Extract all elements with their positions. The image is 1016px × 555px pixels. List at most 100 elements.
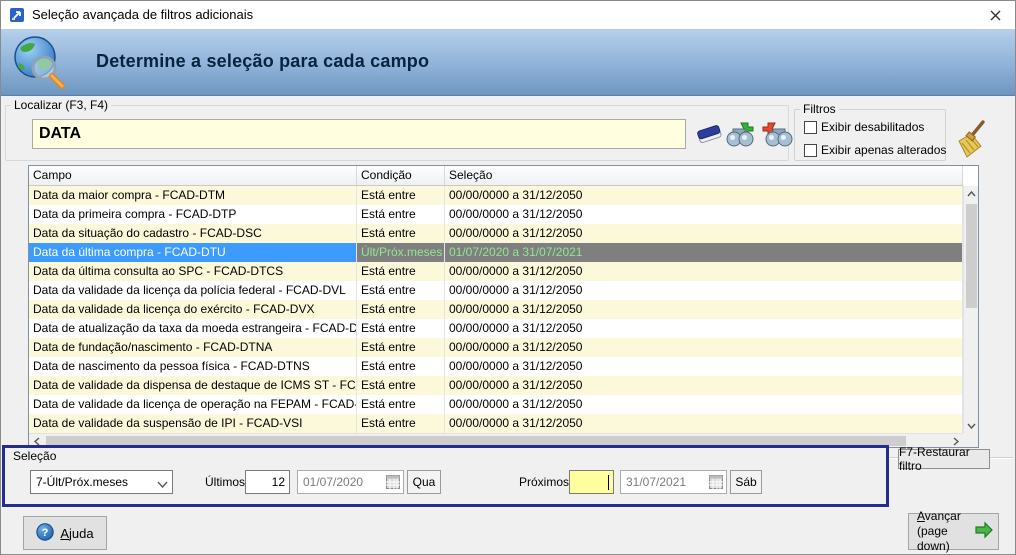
eraser-icon[interactable]	[695, 123, 725, 154]
table-row[interactable]: Data da última consulta ao SPC - FCAD-DT…	[29, 262, 963, 281]
fields-table: Campo Condição Seleção Data da maior com…	[28, 165, 979, 448]
advance-button[interactable]: Avançar (page down)	[908, 509, 999, 553]
cell-selecao[interactable]: 00/00/0000 a 31/12/2050	[445, 281, 963, 300]
help-button-label: Ajuda	[60, 525, 94, 541]
checkbox-exibir-desabilitados[interactable]	[804, 120, 817, 134]
help-button[interactable]: ? Ajuda	[23, 516, 107, 550]
proximos-input[interactable]	[569, 470, 614, 494]
calendar-icon[interactable]	[386, 475, 400, 492]
cell-condicao[interactable]: Está entre	[357, 224, 445, 243]
column-header-selecao[interactable]: Seleção	[445, 166, 963, 185]
cell-condicao[interactable]: Está entre	[357, 186, 445, 205]
table-row[interactable]: Data de validade da dispensa de destaque…	[29, 376, 963, 395]
table-row[interactable]: Data de validade da licença de operação …	[29, 395, 963, 414]
cell-condicao[interactable]: Está entre	[357, 205, 445, 224]
selecao-panel: Seleção 7-Últ/Próx.meses Últimos 01/07/2…	[2, 445, 889, 507]
table-row[interactable]: Data de atualização da taxa da moeda est…	[29, 319, 963, 338]
binoculars-next-icon[interactable]	[725, 121, 757, 153]
chevron-down-icon	[157, 477, 168, 491]
cell-campo[interactable]: Data da primeira compra - FCAD-DTP	[29, 205, 357, 224]
cell-campo[interactable]: Data de validade da suspensão de IPI - F…	[29, 414, 357, 433]
table-row[interactable]: Data da validade da licença da polícia f…	[29, 281, 963, 300]
table-row[interactable]: Data de validade da suspensão de IPI - F…	[29, 414, 963, 433]
start-weekday-box: Qua	[407, 470, 441, 494]
window-title: Seleção avançada de filtros adicionais	[32, 7, 254, 22]
table-row[interactable]: Data da maior compra - FCAD-DTM Está ent…	[29, 186, 963, 205]
cell-campo[interactable]: Data de validade da licença de operação …	[29, 395, 357, 414]
selecao-group-label: Seleção	[10, 449, 60, 463]
dialog-window: Seleção avançada de filtros adicionais D…	[0, 0, 1016, 555]
checkbox-exibir-apenas-alterados[interactable]	[804, 143, 817, 157]
table-row[interactable]: Data de fundação/nascimento - FCAD-DTNA …	[29, 338, 963, 357]
cell-condicao[interactable]: Últ/Próx.meses	[357, 243, 445, 262]
table-body: Data da maior compra - FCAD-DTM Está ent…	[29, 186, 963, 433]
table-row[interactable]: Data da última compra - FCAD-DTU Últ/Pró…	[29, 243, 963, 262]
cell-condicao[interactable]: Está entre	[357, 262, 445, 281]
table-row[interactable]: Data de nascimento da pessoa física - FC…	[29, 357, 963, 376]
globe-search-icon	[9, 33, 67, 96]
calendar-icon[interactable]	[709, 475, 723, 492]
cell-campo[interactable]: Data da maior compra - FCAD-DTM	[29, 186, 357, 205]
table-row[interactable]: Data da validade da licença do exército …	[29, 300, 963, 319]
column-header-campo[interactable]: Campo	[29, 166, 357, 185]
table-row[interactable]: Data da situação do cadastro - FCAD-DSC …	[29, 224, 963, 243]
cell-condicao[interactable]: Está entre	[357, 281, 445, 300]
localizar-group: Localizar (F3, F4)	[5, 98, 789, 161]
cell-campo[interactable]: Data de fundação/nascimento - FCAD-DTNA	[29, 338, 357, 357]
end-weekday-box: Sáb	[730, 470, 762, 494]
cell-selecao[interactable]: 00/00/0000 a 31/12/2050	[445, 338, 963, 357]
column-header-condicao[interactable]: Condição	[357, 166, 445, 185]
vertical-scrollbar[interactable]	[963, 186, 978, 433]
header-banner: Determine a seleção para cada campo	[1, 29, 1015, 96]
cell-condicao[interactable]: Está entre	[357, 376, 445, 395]
cell-campo[interactable]: Data da validade da licença do exército …	[29, 300, 357, 319]
cell-campo[interactable]: Data da validade da licença da polícia f…	[29, 281, 357, 300]
filtros-group: Filtros Exibir desabilitados Exibir apen…	[794, 102, 946, 161]
cell-condicao[interactable]: Está entre	[357, 395, 445, 414]
binoculars-previous-icon[interactable]	[761, 121, 793, 153]
cell-selecao[interactable]: 00/00/0000 a 31/12/2050	[445, 319, 963, 338]
cell-selecao[interactable]: 00/00/0000 a 31/12/2050	[445, 224, 963, 243]
scroll-down-icon[interactable]	[964, 418, 979, 433]
cell-selecao[interactable]: 00/00/0000 a 31/12/2050	[445, 205, 963, 224]
scroll-up-icon[interactable]	[964, 186, 979, 201]
ultimos-input[interactable]	[245, 470, 290, 494]
title-bar: Seleção avançada de filtros adicionais	[1, 1, 1015, 29]
cell-condicao[interactable]: Está entre	[357, 357, 445, 376]
cell-campo[interactable]: Data da situação do cadastro - FCAD-DSC	[29, 224, 357, 243]
arrow-right-icon	[974, 521, 994, 542]
cell-campo[interactable]: Data de validade da dispensa de destaque…	[29, 376, 357, 395]
table-row[interactable]: Data da primeira compra - FCAD-DTP Está …	[29, 205, 963, 224]
cell-selecao[interactable]: 00/00/0000 a 31/12/2050	[445, 300, 963, 319]
table-header: Campo Condição Seleção	[29, 166, 963, 186]
advance-button-label: Avançar (page down)	[917, 509, 961, 553]
search-input[interactable]	[32, 119, 686, 149]
broom-icon[interactable]	[953, 119, 989, 166]
cell-condicao[interactable]: Está entre	[357, 338, 445, 357]
close-icon[interactable]	[985, 6, 1005, 24]
cell-selecao[interactable]: 00/00/0000 a 31/12/2050	[445, 376, 963, 395]
text-caret	[608, 475, 609, 490]
cell-campo[interactable]: Data de atualização da taxa da moeda est…	[29, 319, 357, 338]
cell-condicao[interactable]: Está entre	[357, 319, 445, 338]
cell-campo[interactable]: Data da última compra - FCAD-DTU	[29, 243, 357, 262]
cell-campo[interactable]: Data de nascimento da pessoa física - FC…	[29, 357, 357, 376]
condition-type-dropdown[interactable]: 7-Últ/Próx.meses	[30, 470, 173, 494]
start-date-value: 01/07/2020	[303, 475, 364, 489]
vertical-scrollbar-thumb[interactable]	[966, 204, 977, 308]
cell-condicao[interactable]: Está entre	[357, 300, 445, 319]
cell-condicao[interactable]: Está entre	[357, 414, 445, 433]
cell-selecao[interactable]: 00/00/0000 a 31/12/2050	[445, 414, 963, 433]
checkbox-exibir-apenas-alterados-label[interactable]: Exibir apenas alterados	[821, 143, 946, 157]
ultimos-label: Últimos	[205, 475, 246, 489]
cell-selecao[interactable]: 00/00/0000 a 31/12/2050	[445, 186, 963, 205]
cell-selecao[interactable]: 00/00/0000 a 31/12/2050	[445, 357, 963, 376]
cell-selecao[interactable]: 01/07/2020 a 31/07/2021	[445, 243, 963, 262]
cell-campo[interactable]: Data da última consulta ao SPC - FCAD-DT…	[29, 262, 357, 281]
restore-filter-button[interactable]: F7-Restaurar filtro	[898, 445, 990, 473]
cell-selecao[interactable]: 00/00/0000 a 31/12/2050	[445, 395, 963, 414]
cell-selecao[interactable]: 00/00/0000 a 31/12/2050	[445, 262, 963, 281]
proximos-label: Próximos	[519, 475, 570, 489]
checkbox-exibir-desabilitados-label[interactable]: Exibir desabilitados	[821, 120, 924, 134]
localizar-group-label: Localizar (F3, F4)	[11, 98, 112, 112]
